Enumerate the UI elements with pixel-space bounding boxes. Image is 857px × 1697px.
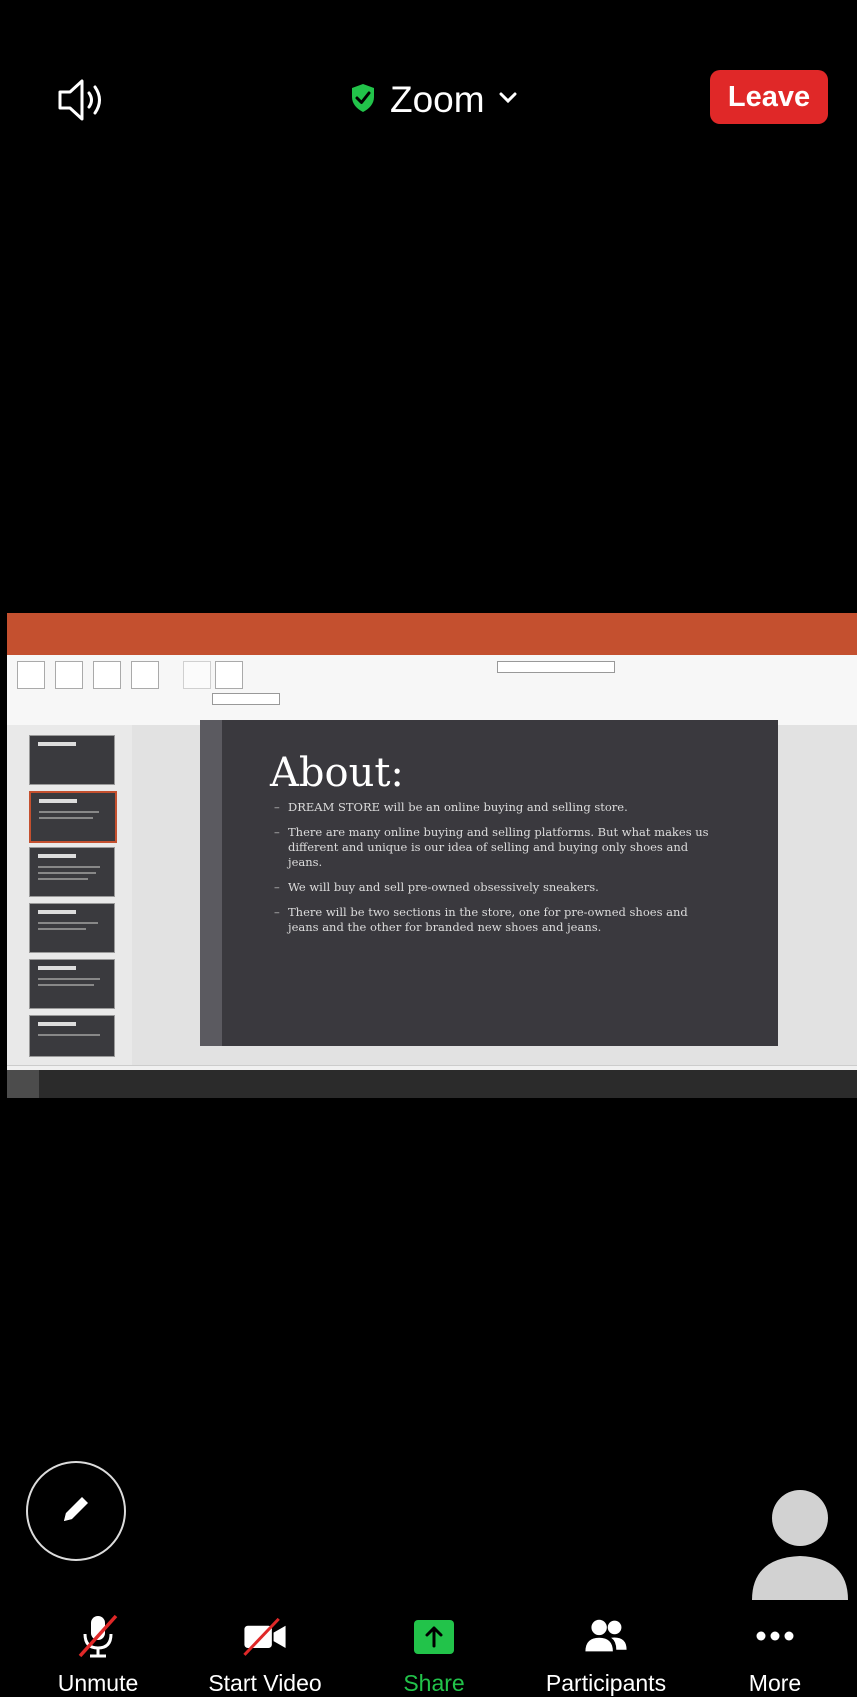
- slide-side-band: [200, 720, 222, 1046]
- participants-button[interactable]: Participants: [526, 1612, 686, 1697]
- more-label: More: [748, 1670, 802, 1696]
- more-icon: [751, 1612, 799, 1660]
- chevron-down-icon: [499, 91, 517, 109]
- unmute-label: Unmute: [57, 1670, 139, 1696]
- slide-bullet: There will be two sections in the store,…: [274, 905, 714, 935]
- start-video-label: Start Video: [208, 1670, 322, 1696]
- share-label: Share: [403, 1670, 465, 1696]
- more-button[interactable]: More: [695, 1612, 855, 1697]
- slide-bullet: There are many online buying and selling…: [274, 825, 714, 870]
- meeting-toolbar: Unmute Start Video Share Participants Mo…: [0, 1612, 857, 1697]
- slide-bullets: DREAM STORE will be an online buying and…: [274, 800, 714, 945]
- pencil-icon: [56, 1489, 96, 1534]
- ppt-ribbon-tabs: ​​​: [7, 637, 857, 655]
- taskbar-block: [7, 1070, 39, 1098]
- participants-label: Participants: [545, 1670, 667, 1696]
- share-icon: [410, 1612, 458, 1660]
- meeting-title-button[interactable]: Zoom: [350, 74, 517, 126]
- video-off-icon: [241, 1612, 289, 1660]
- annotate-button[interactable]: [26, 1461, 126, 1561]
- ppt-titlebar: [7, 613, 857, 637]
- mic-muted-icon: [74, 1612, 122, 1660]
- leave-button[interactable]: Leave: [710, 70, 828, 124]
- shield-check-icon: [350, 83, 376, 118]
- slide-bullet: DREAM STORE will be an online buying and…: [274, 800, 714, 815]
- slide-thumbnails: [7, 725, 132, 1065]
- ppt-ribbon: [7, 655, 857, 726]
- unmute-button[interactable]: Unmute: [18, 1612, 178, 1697]
- share-button[interactable]: Share: [354, 1612, 514, 1697]
- taskbar-strip: [7, 1070, 857, 1098]
- participants-icon: [582, 1612, 630, 1660]
- speaker-icon[interactable]: [56, 76, 112, 124]
- slide-title: About:: [270, 750, 404, 796]
- slide-bullet: We will buy and sell pre-owned obsessive…: [274, 880, 714, 895]
- meeting-title: Zoom: [390, 79, 485, 120]
- start-video-button[interactable]: Start Video: [185, 1612, 345, 1697]
- user-avatar-icon: [752, 1488, 848, 1600]
